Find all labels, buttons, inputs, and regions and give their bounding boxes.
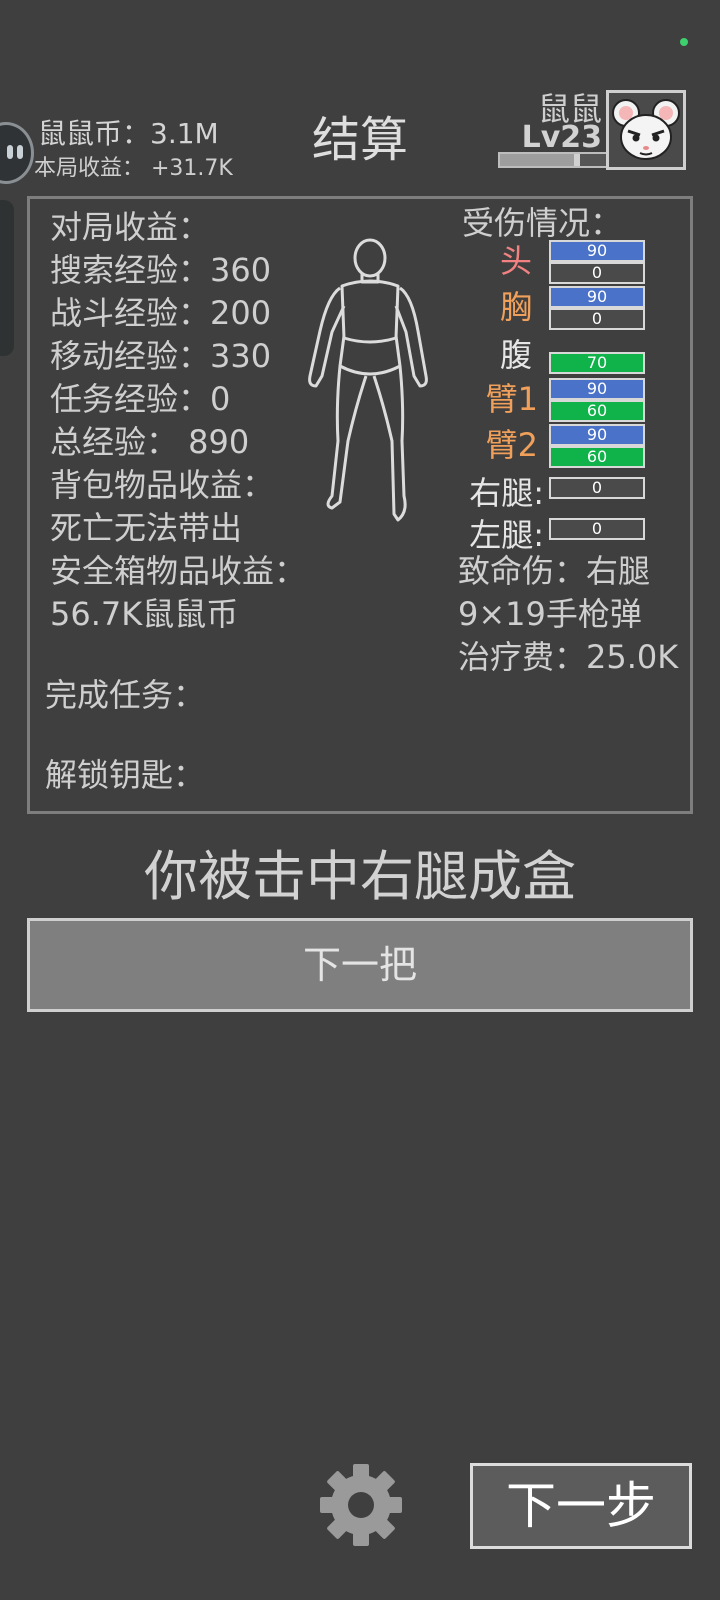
side-drawer-handle[interactable] (0, 200, 14, 356)
next-round-button[interactable]: 下一把 (27, 918, 693, 1012)
injury-hp-bar: 90 (549, 378, 645, 400)
experience-bar-fill (500, 154, 577, 166)
injury-part-label: 腹 (499, 336, 532, 374)
assistant-eye-left (7, 145, 13, 159)
settings-button[interactable] (316, 1460, 406, 1550)
page-title: 结算 (311, 112, 408, 168)
treatment-fee: 治疗费：25.0K (458, 638, 679, 676)
status-indicator-dot (680, 38, 688, 46)
injury-hp-bar: 90 (549, 424, 645, 446)
income-title: 对局收益： (50, 208, 211, 246)
experience-bar (498, 152, 608, 168)
backpack-income-value: 死亡无法带出 (50, 509, 243, 547)
injury-hp-bar: 90 (549, 286, 645, 308)
completed-tasks-label: 完成任务： (45, 676, 206, 714)
player-level: Lv23 (521, 120, 602, 155)
fatal-ammo: 9×19手枪弹 (458, 595, 642, 633)
floating-assistant-button[interactable] (0, 122, 34, 184)
injury-part-label: 臂1 (485, 380, 538, 418)
fatal-injury: 致命伤：右腿 (458, 552, 651, 590)
body-outline-figure (308, 238, 428, 522)
injury-part-label: 臂2 (485, 426, 538, 464)
injury-hp-bar: 90 (549, 240, 645, 262)
injury-hp-bar: 0 (549, 262, 645, 284)
coin-balance: 鼠鼠币：3.1M (38, 117, 219, 150)
next-step-button[interactable]: 下一步 (470, 1463, 692, 1549)
safebox-income-value: 56.7K鼠鼠币 (50, 595, 239, 633)
stat-task-exp: 任务经验：0 (50, 380, 231, 418)
assistant-eye-right (17, 145, 23, 159)
experience-bar-marker (574, 154, 580, 166)
injury-hp-bar: 0 (549, 518, 645, 540)
injury-hp-bar: 70 (549, 352, 645, 374)
injury-title: 受伤情况： (462, 204, 623, 242)
stat-search-exp: 搜索经验：360 (50, 251, 272, 289)
death-message: 你被击中右腿成盒 (144, 845, 576, 908)
injury-hp-bar: 0 (549, 308, 645, 330)
backpack-income-label: 背包物品收益： (50, 466, 275, 504)
injury-hp-bar: 60 (549, 400, 645, 422)
mouse-avatar-icon (612, 99, 680, 160)
injury-part-label: 胸 (499, 288, 532, 326)
gear-icon (320, 1464, 402, 1546)
player-avatar[interactable] (606, 90, 686, 170)
round-income: 本局收益： +31.7K (34, 156, 233, 181)
stat-combat-exp: 战斗经验：200 (50, 294, 272, 332)
safebox-income-label: 安全箱物品收益： (50, 552, 307, 590)
stat-move-exp: 移动经验：330 (50, 337, 272, 375)
injury-part-label: 右腿: (469, 474, 544, 512)
injury-hp-bar: 0 (549, 477, 645, 499)
stat-total-exp: 总经验： 890 (50, 423, 250, 461)
injury-part-label: 头 (499, 242, 532, 280)
unlocked-keys-label: 解锁钥匙： (45, 756, 206, 794)
injury-hp-bar: 60 (549, 446, 645, 468)
